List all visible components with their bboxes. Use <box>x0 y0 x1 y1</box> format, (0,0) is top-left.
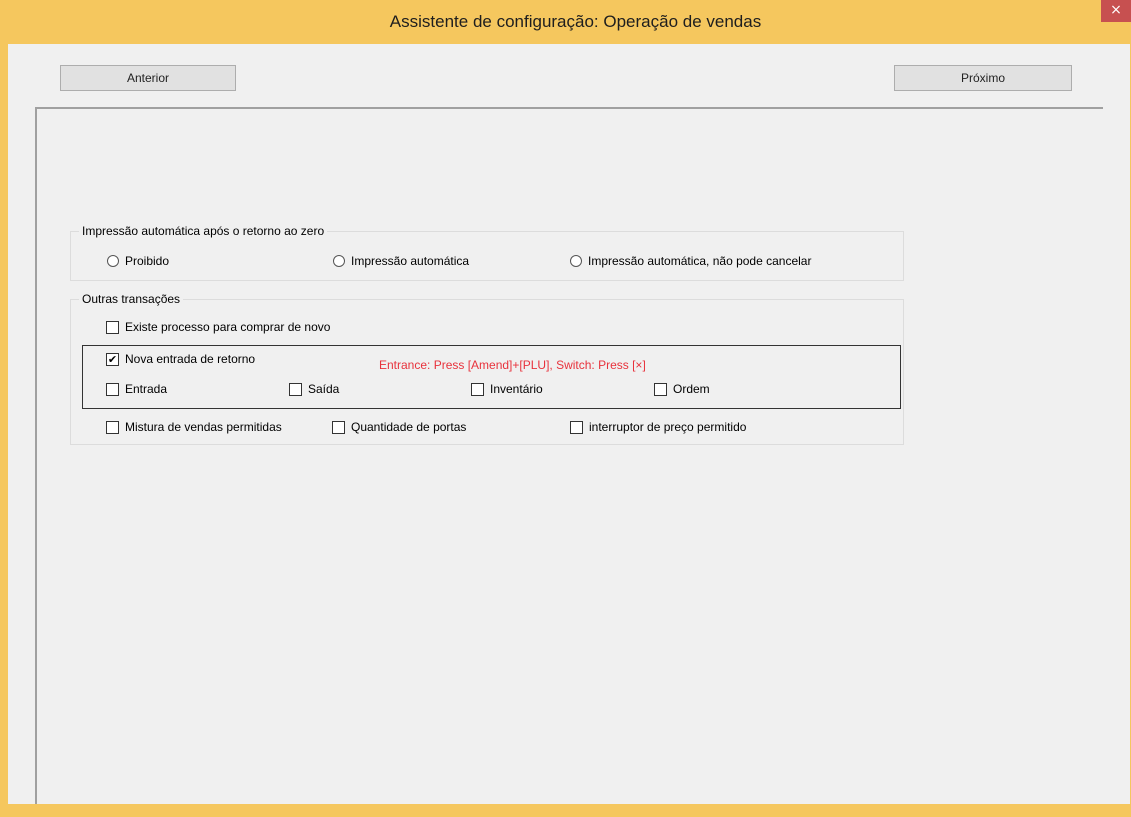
radio-circle[interactable] <box>107 255 119 267</box>
checkbox-label: Ordem <box>673 382 710 396</box>
client-area: Anterior Próximo Impressão automática ap… <box>8 44 1130 807</box>
other-transactions-group: Outras transações Existe processo para c… <box>70 292 904 445</box>
radio-label: Proibido <box>125 254 170 268</box>
auto-print-legend: Impressão automática após o retorno ao z… <box>79 224 328 238</box>
checkbox-rebuy[interactable]: Existe processo para comprar de novo <box>106 320 330 334</box>
checkbox-label: Mistura de vendas permitidas <box>125 420 282 434</box>
checkmark-icon: ✔ <box>107 352 118 366</box>
checkbox-box[interactable] <box>106 420 119 434</box>
radio-circle[interactable] <box>333 255 345 267</box>
checkbox-door-quantity[interactable]: Quantidade de portas <box>332 420 466 434</box>
hint-text: Entrance: Press [Amend]+[PLU], Switch: P… <box>379 358 646 372</box>
checkbox-box[interactable] <box>106 320 119 334</box>
checkbox-box[interactable] <box>654 382 667 396</box>
checkbox-saida[interactable]: Saída <box>289 382 339 396</box>
checkbox-label: Nova entrada de retorno <box>125 352 256 366</box>
checkbox-label: Inventário <box>490 382 543 396</box>
checkbox-label: interruptor de preço permitido <box>589 420 747 434</box>
checkbox-box[interactable] <box>332 420 345 434</box>
checkbox-entrada[interactable]: Entrada <box>106 382 167 396</box>
radio-circle[interactable] <box>570 255 582 267</box>
checkbox-ordem[interactable]: Ordem <box>654 382 710 396</box>
checkbox-box[interactable] <box>106 382 119 396</box>
radio-label: Impressão automática, não pode cancelar <box>588 254 812 268</box>
checkbox-box[interactable] <box>471 382 484 396</box>
checkbox-box[interactable]: ✔ <box>106 352 119 366</box>
checkbox-price-switch[interactable]: interruptor de preço permitido <box>570 420 746 434</box>
checkbox-box[interactable] <box>570 420 583 434</box>
radio-auto-print[interactable]: Impressão automática <box>333 254 469 268</box>
checkbox-label: Quantidade de portas <box>351 420 467 434</box>
return-entry-box: ✔ Nova entrada de retorno Entrance: Pres… <box>82 345 901 409</box>
checkbox-label: Entrada <box>125 382 168 396</box>
checkbox-return-entry[interactable]: ✔ Nova entrada de retorno <box>106 352 255 366</box>
checkbox-mixed-sales[interactable]: Mistura de vendas permitidas <box>106 420 282 434</box>
checkbox-label: Existe processo para comprar de novo <box>125 320 331 334</box>
previous-button[interactable]: Anterior <box>60 65 236 91</box>
checkbox-inventario[interactable]: Inventário <box>471 382 543 396</box>
close-icon: × <box>1110 2 1122 18</box>
radio-prohibited[interactable]: Proibido <box>107 254 169 268</box>
checkbox-label: Saída <box>308 382 340 396</box>
content-panel <box>35 107 1103 807</box>
radio-label: Impressão automática <box>351 254 470 268</box>
window-bottom-border <box>0 804 1131 817</box>
radio-auto-print-no-cancel[interactable]: Impressão automática, não pode cancelar <box>570 254 811 268</box>
next-button[interactable]: Próximo <box>894 65 1072 91</box>
window-title: Assistente de configuração: Operação de … <box>389 12 762 31</box>
checkbox-box[interactable] <box>289 382 302 396</box>
other-transactions-legend: Outras transações <box>79 292 184 306</box>
close-button[interactable]: × <box>1101 0 1131 22</box>
auto-print-group: Impressão automática após o retorno ao z… <box>70 224 904 281</box>
